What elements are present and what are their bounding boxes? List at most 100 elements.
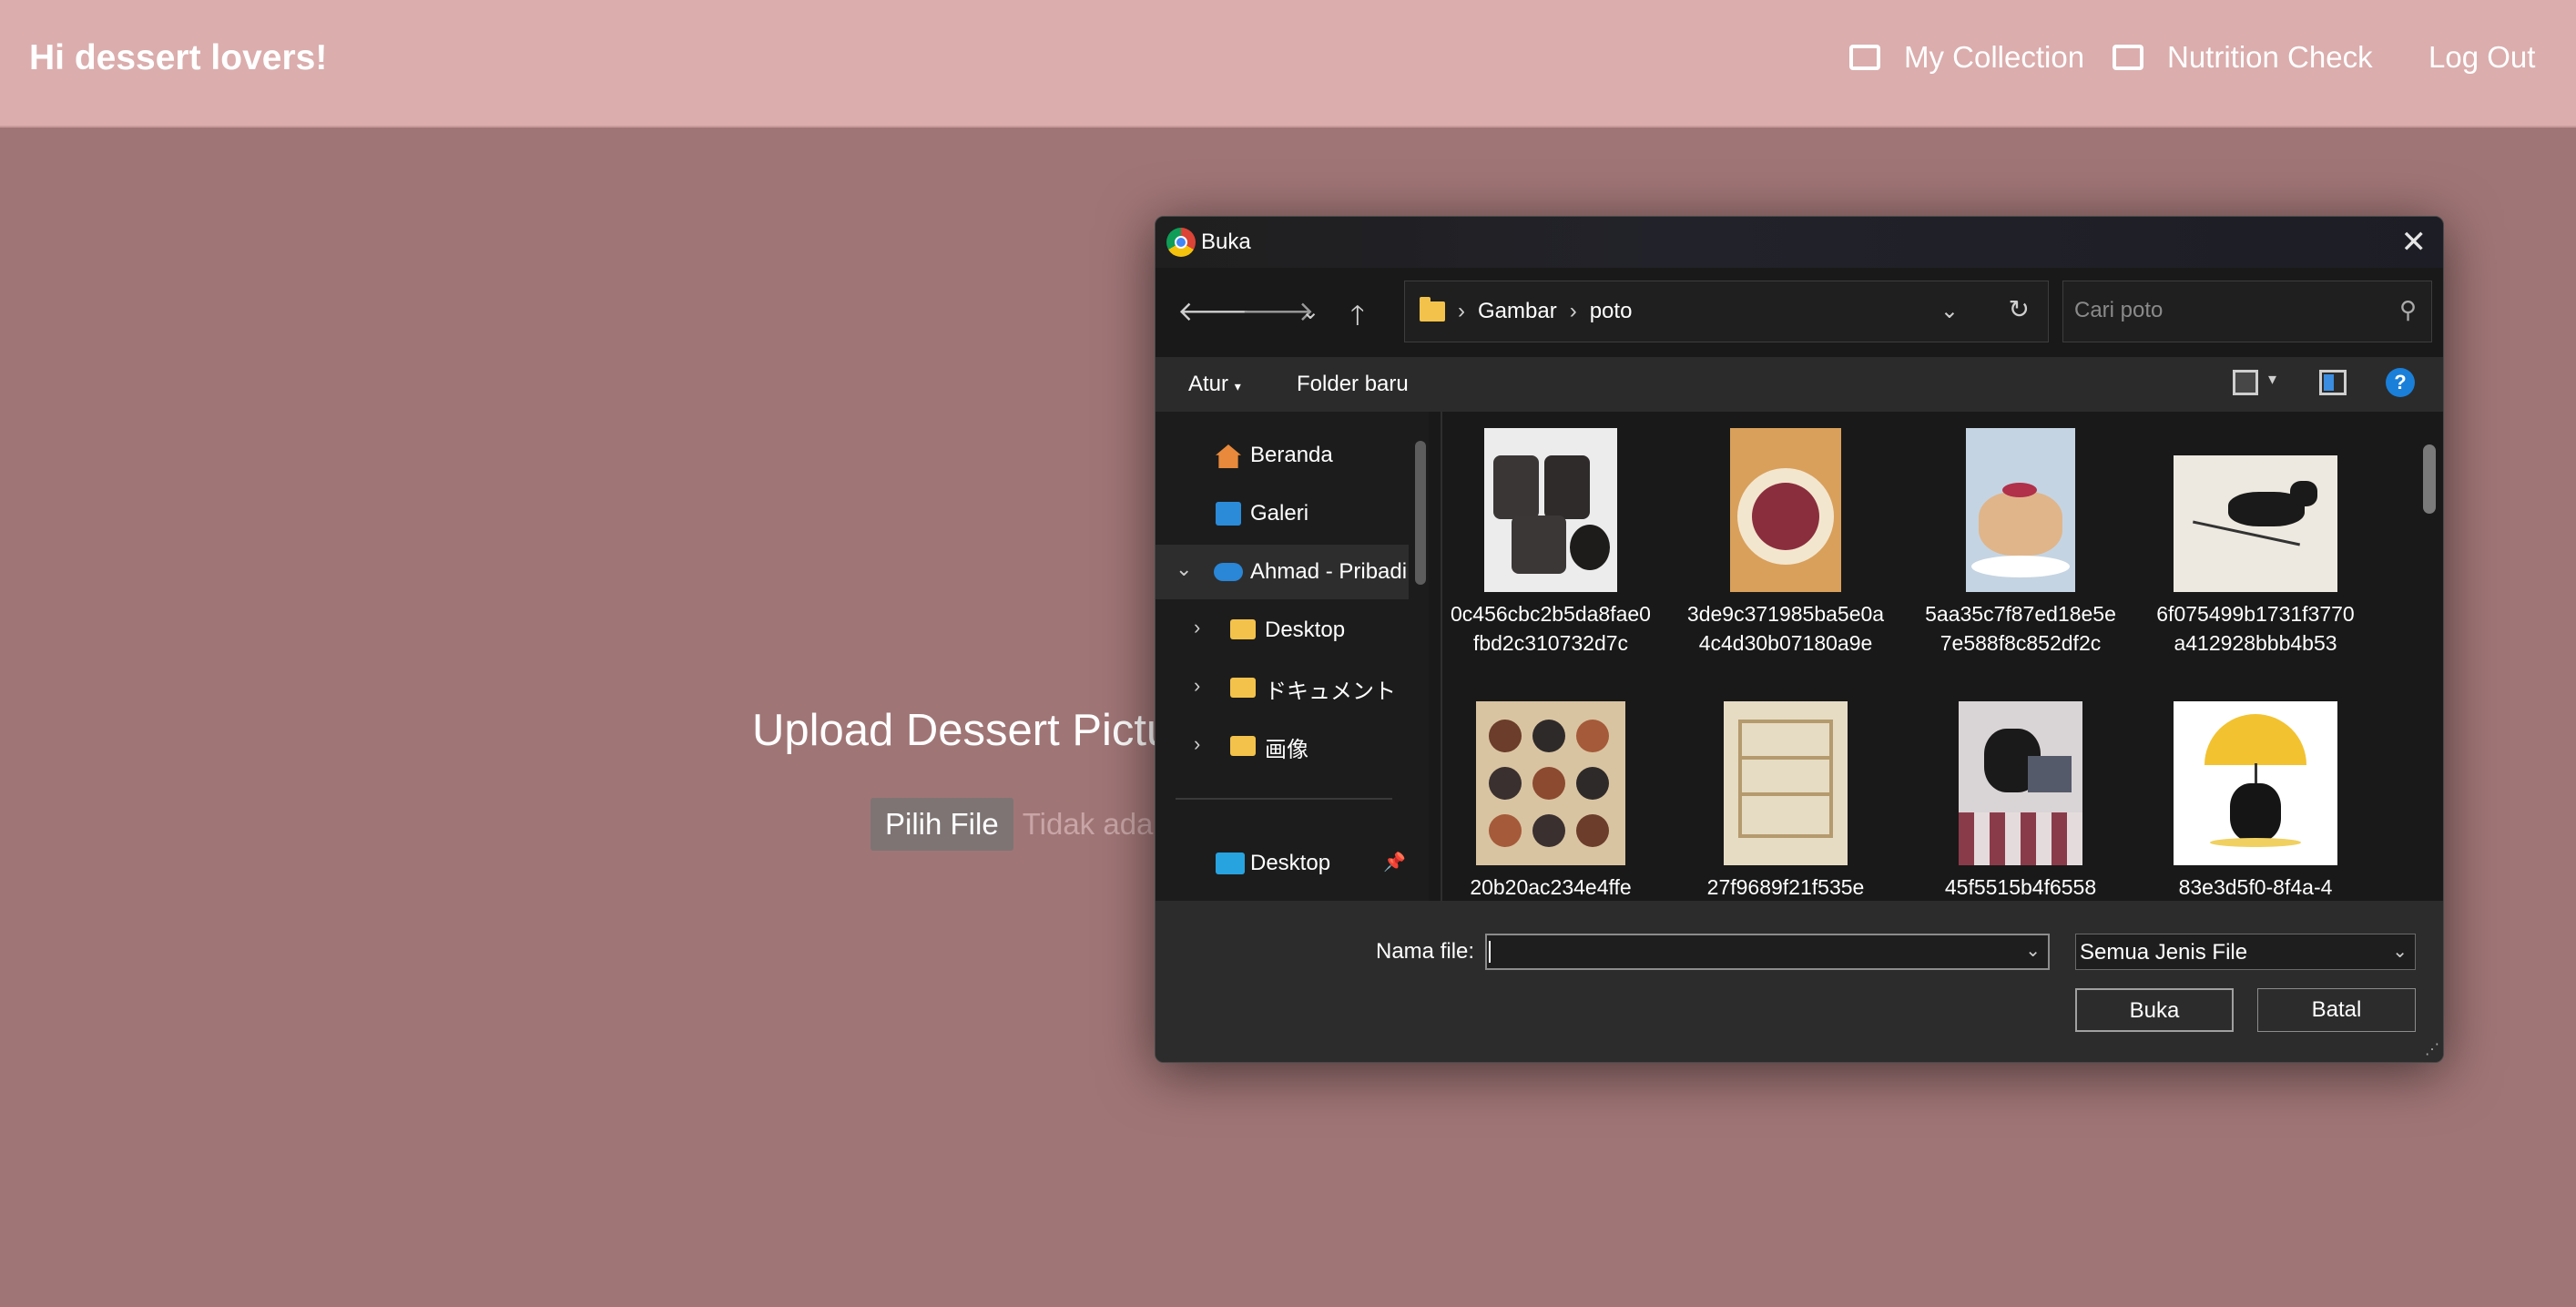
recent-locations-chevron-icon[interactable]: ⌄ bbox=[1301, 299, 1319, 325]
nav-item-onedrive[interactable]: ⌄ Ahmad - Pribadi bbox=[1156, 545, 1409, 599]
text-caret bbox=[1489, 941, 1491, 963]
address-dropdown-icon[interactable]: ⌄ bbox=[1940, 298, 1959, 324]
nav-my-collection-label: My Collection bbox=[1904, 40, 2085, 74]
nav-nutrition-check[interactable]: Nutrition Check bbox=[2113, 40, 2373, 75]
chevron-right-icon[interactable]: › bbox=[1194, 732, 1200, 756]
file-name: 20b20ac234e4ffe bbox=[1470, 875, 1632, 899]
chevron-right-icon[interactable]: › bbox=[1194, 674, 1200, 698]
nav-logout[interactable]: Log Out bbox=[2428, 40, 2535, 75]
nav-item-documents-folder[interactable]: › ドキュメント bbox=[1156, 661, 1409, 716]
view-mode-icon[interactable] bbox=[2233, 370, 2258, 395]
address-bar[interactable]: › Gambar › poto ⌄ ↻ bbox=[1404, 281, 2049, 342]
breadcrumb-gambar[interactable]: Gambar bbox=[1478, 299, 1557, 324]
onedrive-cloud-icon bbox=[1214, 563, 1243, 581]
breadcrumb-poto[interactable]: poto bbox=[1590, 299, 1633, 324]
file-tile[interactable]: 27f9689f21f535e bbox=[1685, 701, 1886, 901]
chevron-down-icon[interactable]: ⌄ bbox=[2025, 939, 2041, 962]
thumbnail-bookshelf-room bbox=[1724, 701, 1848, 865]
no-file-text: Tidak ada f bbox=[1022, 807, 1170, 841]
thumbnail-pancakes bbox=[1966, 428, 2075, 592]
thumbnail-black-cat-sketch bbox=[2174, 455, 2337, 592]
dialog-body: Beranda Galeri ⌄ Ahmad - Pribadi › Deskt… bbox=[1156, 412, 2443, 901]
dialog-title: Buka bbox=[1201, 230, 1251, 254]
cancel-button[interactable]: Batal bbox=[2257, 988, 2416, 1032]
file-name: 83e3d5f0-8f4a-4 bbox=[2178, 875, 2333, 899]
nav-my-collection[interactable]: My Collection bbox=[1849, 40, 2084, 75]
search-input[interactable]: Cari poto ⚲ bbox=[2062, 281, 2432, 342]
file-list-scrollbar[interactable] bbox=[2423, 444, 2436, 514]
file-name: 6f075499b1731f3770a412928bbb4b53 bbox=[2156, 602, 2355, 655]
search-icon: ⚲ bbox=[2398, 296, 2417, 323]
refresh-icon[interactable]: ↻ bbox=[2009, 294, 2030, 324]
nav-item-label: Desktop bbox=[1250, 851, 1331, 875]
chrome-icon bbox=[1166, 228, 1196, 257]
pin-icon: 📌 bbox=[1383, 853, 1406, 873]
file-tile[interactable]: 5aa35c7f87ed18e5e7e588f8c852df2c bbox=[1920, 428, 2121, 658]
chevron-right-icon[interactable]: › bbox=[1194, 616, 1200, 639]
file-input[interactable]: Pilih File Tidak ada f bbox=[871, 798, 1170, 851]
dialog-footer: Nama file: ⌄ Semua Jenis File ⌄ Buka Bat… bbox=[1156, 901, 2443, 1062]
pane-divider[interactable] bbox=[1441, 412, 1442, 901]
breadcrumb-separator-icon: › bbox=[1569, 299, 1577, 323]
chevron-down-icon[interactable]: ⌄ bbox=[1176, 557, 1192, 581]
nav-pane-scrollbar[interactable] bbox=[1415, 441, 1426, 585]
file-tile[interactable]: 45f5515b4f6558 bbox=[1920, 701, 2121, 901]
file-name: 0c456cbc2b5da8fae0fbd2c310732d7c bbox=[1451, 602, 1651, 655]
dialog-titlebar[interactable]: Buka ✕ bbox=[1156, 217, 2443, 268]
file-list: 0c456cbc2b5da8fae0fbd2c310732d7c 3de9c37… bbox=[1443, 412, 2443, 901]
open-button[interactable]: Buka bbox=[2075, 988, 2234, 1032]
search-placeholder: Cari poto bbox=[2074, 298, 2164, 322]
nav-item-label: Beranda bbox=[1250, 443, 1333, 467]
file-name: 27f9689f21f535e bbox=[1706, 875, 1865, 899]
view-dropdown-icon[interactable]: ▾ bbox=[2268, 370, 2276, 389]
brand-title[interactable]: Hi dessert lovers! bbox=[29, 38, 327, 78]
gallery-icon bbox=[1216, 502, 1241, 526]
organize-menu[interactable]: Atur ▾ bbox=[1188, 372, 1241, 397]
up-arrow-icon[interactable]: 🡑 bbox=[1350, 295, 1365, 342]
file-tile[interactable]: 0c456cbc2b5da8fae0fbd2c310732d7c bbox=[1451, 428, 1651, 658]
preview-pane-icon[interactable] bbox=[2319, 370, 2347, 395]
nav-item-desktop-folder[interactable]: › Desktop bbox=[1156, 603, 1409, 658]
nav-item-label: Ahmad - Pribadi bbox=[1250, 559, 1408, 584]
nav-item-galeri[interactable]: Galeri bbox=[1156, 486, 1409, 541]
nav-item-desktop-pinned[interactable]: Desktop 📌 bbox=[1156, 836, 1409, 891]
folder-icon bbox=[1420, 297, 1445, 322]
new-folder-button[interactable]: Folder baru bbox=[1297, 372, 1409, 397]
nav-item-label: Desktop bbox=[1265, 618, 1346, 642]
help-icon[interactable]: ? bbox=[2386, 368, 2415, 397]
nav-separator bbox=[1176, 798, 1392, 800]
file-tile[interactable]: 83e3d5f0-8f4a-4 bbox=[2155, 701, 2356, 901]
close-icon[interactable]: ✕ bbox=[2401, 224, 2428, 260]
file-tile[interactable]: 6f075499b1731f3770a412928bbb4b53 bbox=[2155, 428, 2356, 658]
resize-grip-icon[interactable]: ⋰ bbox=[2425, 1040, 2439, 1058]
dialog-address-toolbar: 🡐 🡒 ⌄ 🡑 › Gambar › poto ⌄ ↻ Cari poto ⚲ bbox=[1156, 268, 2443, 357]
folder-icon bbox=[1230, 736, 1256, 756]
choose-file-button[interactable]: Pilih File bbox=[871, 798, 1013, 851]
thumbnail-cat-laptop bbox=[1959, 701, 2082, 865]
file-name: 45f5515b4f6558 bbox=[1944, 875, 2097, 899]
back-arrow-icon[interactable]: 🡐 bbox=[1177, 295, 1250, 328]
file-tile[interactable]: 20b20ac234e4ffe bbox=[1451, 701, 1651, 901]
nav-item-label: 画像 bbox=[1265, 737, 1308, 762]
thumbnail-tart-box bbox=[1476, 701, 1625, 865]
chevron-down-icon: ⌄ bbox=[2392, 942, 2408, 962]
folder-icon bbox=[1230, 619, 1256, 639]
window-icon bbox=[1849, 45, 1880, 70]
breadcrumb-separator-icon: › bbox=[1458, 299, 1465, 323]
home-icon bbox=[1216, 444, 1241, 468]
thumbnail-berry-waffle bbox=[1730, 428, 1841, 592]
file-open-dialog: Buka ✕ 🡐 🡒 ⌄ 🡑 › Gambar › poto ⌄ ↻ Cari … bbox=[1155, 216, 2444, 1063]
nav-item-beranda[interactable]: Beranda bbox=[1156, 428, 1409, 483]
file-name: 5aa35c7f87ed18e5e7e588f8c852df2c bbox=[1925, 602, 2116, 655]
thumbnail-cat-umbrella bbox=[2174, 701, 2337, 865]
filename-input[interactable]: ⌄ bbox=[1485, 934, 2050, 970]
upload-title: Upload Dessert Pictu bbox=[752, 706, 1172, 755]
file-tile[interactable]: 3de9c371985ba5e0a4c4d30b07180a9e bbox=[1685, 428, 1886, 658]
dialog-command-bar: Atur ▾ Folder baru ▾ ? bbox=[1156, 357, 2443, 412]
desktop-icon bbox=[1216, 853, 1245, 874]
nav-item-images-folder[interactable]: › 画像 bbox=[1156, 720, 1409, 774]
nav-item-label: ドキュメント bbox=[1265, 679, 1396, 704]
file-name: 3de9c371985ba5e0a4c4d30b07180a9e bbox=[1686, 602, 1885, 655]
file-type-select[interactable]: Semua Jenis File ⌄ bbox=[2075, 934, 2416, 970]
file-type-value: Semua Jenis File bbox=[2080, 940, 2248, 965]
